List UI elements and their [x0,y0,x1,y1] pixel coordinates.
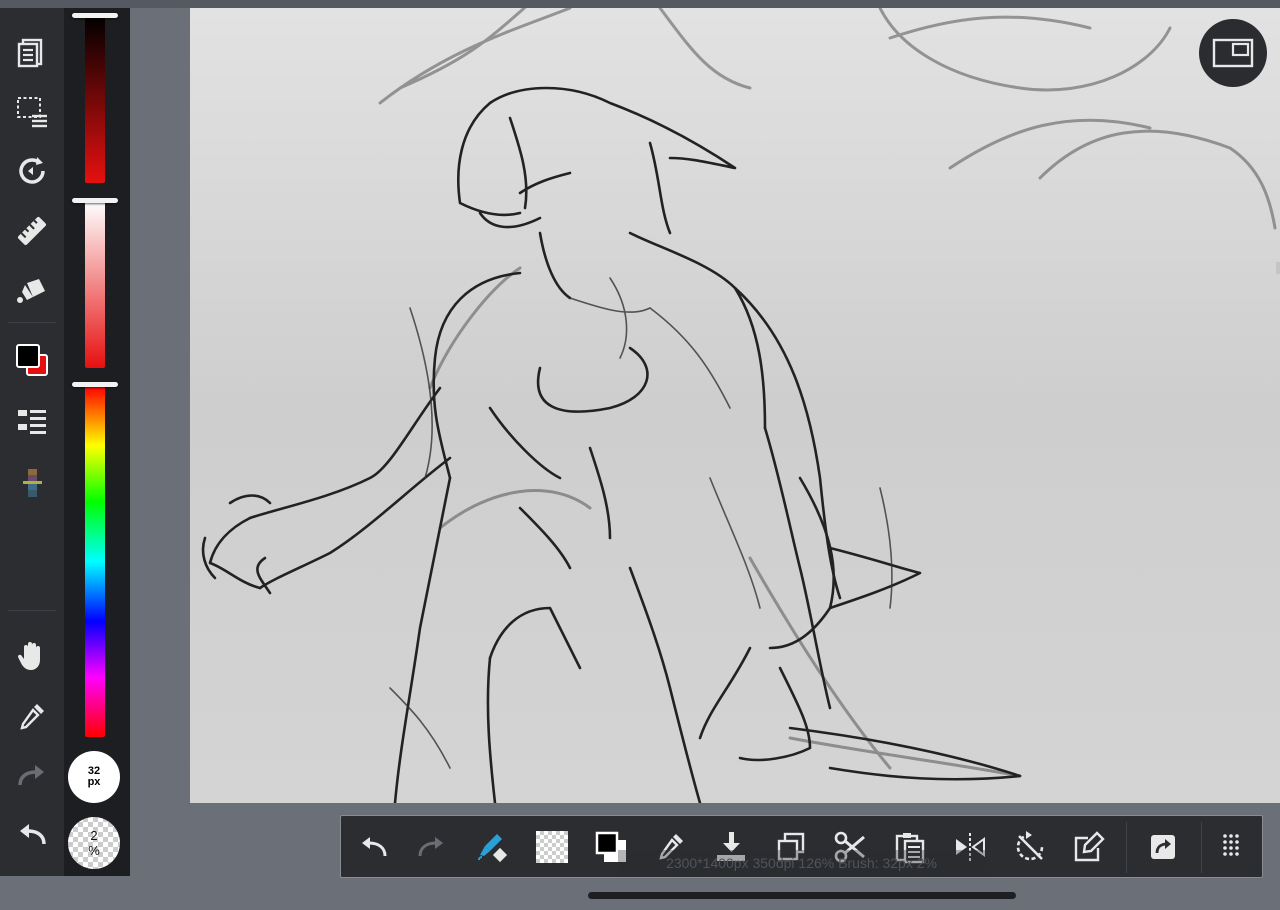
transform-icon [19,157,45,184]
color-swap-icon [595,831,626,862]
selection-icon [17,97,47,128]
ruler-button[interactable] [12,211,52,251]
toolbar-separator [1201,822,1202,873]
color-swap-button[interactable] [591,827,631,867]
eyedropper-icon [659,834,683,860]
grid-menu-icon [1223,834,1239,856]
toolbar-separator [1126,822,1127,873]
undo-icon [362,837,387,857]
layer-list-button[interactable] [12,402,52,442]
flip-icon [956,833,985,861]
view-mode-button[interactable] [1199,19,1267,87]
sketch-artwork [201,8,1277,803]
color-swatch-button[interactable] [12,340,52,380]
bottom-toolbar [340,815,1263,878]
left-toolbar [0,8,64,876]
undo-button[interactable] [12,815,52,855]
fill-icon [17,279,45,303]
ruler-icon [17,216,47,246]
palette-button[interactable] [12,464,52,504]
color-swatch [14,342,50,378]
drawing-canvas[interactable] [190,8,1280,803]
transform-button[interactable] [12,151,52,191]
undo-icon [20,824,46,845]
copy-button[interactable] [771,827,811,867]
hue-slider[interactable] [85,386,105,737]
brush-eraser-button[interactable] [472,827,512,867]
opacity-unit: % [88,843,100,858]
fill-layer-button[interactable] [711,827,751,867]
brush-eraser-icon [478,834,508,863]
edit-button[interactable] [1069,827,1109,867]
hue-handle[interactable] [72,382,118,387]
brush-size-label: 32 px [87,765,101,788]
brush-size-button[interactable]: 32 px [68,751,120,803]
bottom-redo-button[interactable] [412,827,452,867]
rotate-reset-button[interactable] [1010,827,1050,867]
transparent-color-button[interactable] [532,827,572,867]
layers-button[interactable] [12,32,52,72]
canvas-edge-marker [1276,262,1280,274]
top-edge [0,0,1280,8]
copy-icon [777,832,805,861]
flip-button[interactable] [950,827,990,867]
redo-icon [18,765,44,786]
brightness-handle[interactable] [72,13,118,18]
layer-list-icon [18,410,46,434]
layers-icon [17,38,43,68]
redo-button[interactable] [12,756,52,796]
paste-icon [895,833,925,864]
bottom-eyedropper-button[interactable] [651,827,691,867]
home-indicator [588,892,1016,899]
cut-icon [834,831,865,863]
paste-button[interactable] [890,827,930,867]
brightness-slider[interactable] [85,16,105,183]
transparent-icon [536,831,568,863]
eyedropper-button[interactable] [12,696,52,736]
hand-icon [17,642,40,670]
fill-button[interactable] [12,270,52,310]
redo-icon [418,837,443,857]
color-slider-panel: 32 px 2 % [64,8,130,876]
menu-button[interactable] [1211,827,1251,867]
palette-icon [23,469,42,497]
opacity-value: 2 [90,828,98,843]
brush-opacity-button[interactable]: 2 % [68,817,120,869]
rotate-reset-icon [1016,831,1044,861]
share-button[interactable] [1143,827,1183,867]
saturation-slider[interactable] [85,201,105,368]
selection-button[interactable] [12,91,52,131]
fill-layer-icon [717,832,745,861]
window-icon [1212,38,1254,68]
bottom-undo-button[interactable] [353,827,393,867]
saturation-handle[interactable] [72,198,118,203]
edit-icon [1074,831,1105,862]
toolbar-divider [8,610,56,611]
eyedropper-icon [20,704,44,730]
cut-button[interactable] [830,827,870,867]
hand-button[interactable] [12,636,52,676]
share-icon [1151,835,1175,859]
toolbar-divider [8,322,56,323]
